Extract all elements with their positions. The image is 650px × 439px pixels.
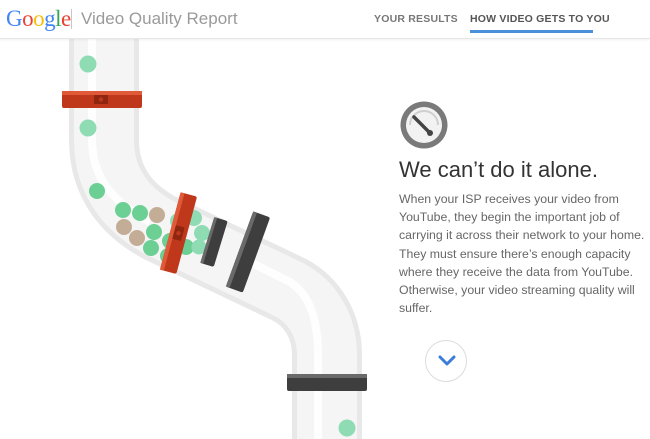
- title-divider: [71, 9, 72, 29]
- section-body-text: When your ISP receives your video from Y…: [399, 192, 645, 316]
- data-dot: [338, 419, 356, 437]
- data-dot: [79, 55, 97, 73]
- dark-band-3: [287, 374, 367, 391]
- scroll-down-button[interactable]: [425, 340, 467, 382]
- nav-how-video-gets-to-you[interactable]: HOW VIDEO GETS TO YOU: [470, 12, 610, 26]
- chevron-down-icon: [438, 355, 456, 366]
- data-dot: [89, 183, 105, 199]
- data-dot: [79, 119, 97, 137]
- nav-your-results[interactable]: YOUR RESULTS: [374, 12, 458, 26]
- red-valve-band-top: [62, 91, 142, 108]
- active-tab-indicator: [470, 30, 593, 33]
- section-headline: We can’t do it alone.: [399, 157, 598, 182]
- google-logo[interactable]: Google: [6, 6, 71, 32]
- app-title: Video Quality Report: [81, 9, 238, 28]
- top-bar: Google Video Quality Report YOUR RESULTS…: [0, 0, 650, 39]
- speedometer-icon: [400, 101, 448, 149]
